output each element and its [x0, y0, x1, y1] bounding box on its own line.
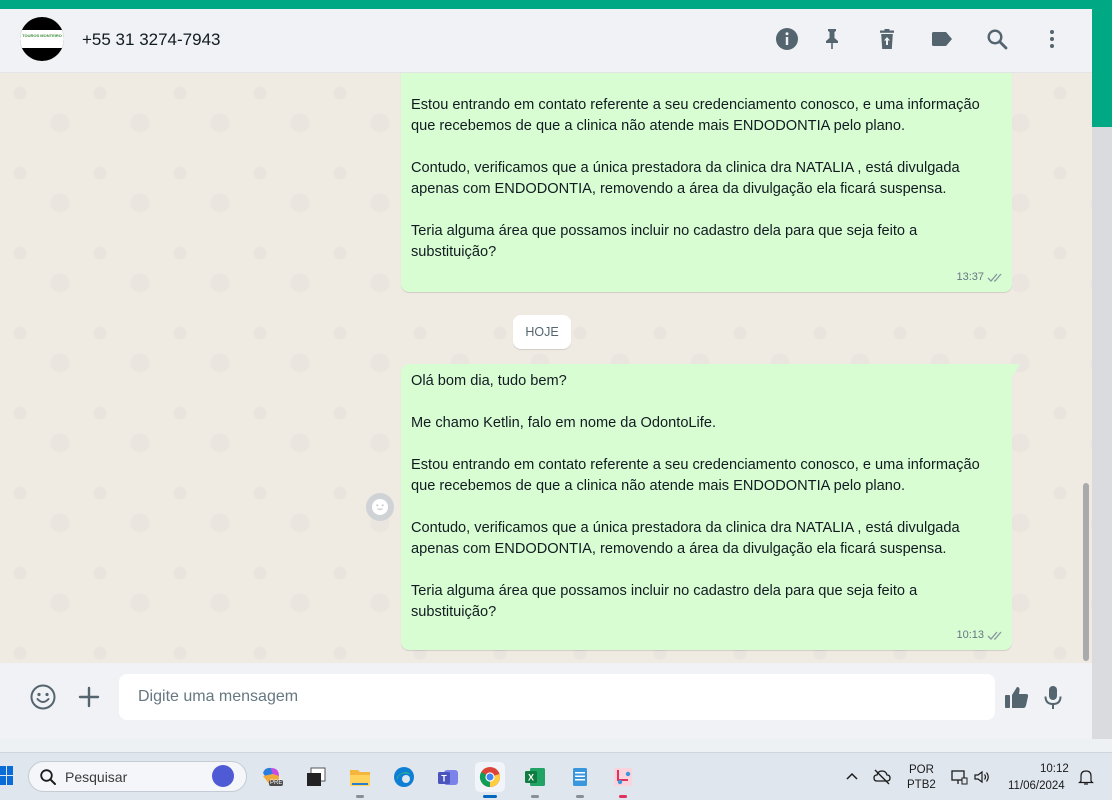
- window-top-accent: [0, 0, 1112, 9]
- window-right-gutter: [1092, 127, 1112, 739]
- composer-bar: [0, 663, 1092, 739]
- message-meta: 10:13: [956, 625, 1004, 646]
- react-button[interactable]: [366, 493, 394, 521]
- contact-avatar[interactable]: TOUROS MONTEIRO: [20, 17, 64, 61]
- taskbar-copilot-app[interactable]: PRE: [256, 762, 286, 792]
- active-indicator: [483, 795, 497, 798]
- message-text: Teria alguma área que possamos incluir n…: [411, 223, 918, 260]
- input-language-top[interactable]: POR: [909, 764, 934, 776]
- taskbar-snipping-tool[interactable]: [608, 762, 638, 798]
- input-language-bottom[interactable]: PTB2: [907, 779, 936, 791]
- taskbar-edge[interactable]: [389, 762, 419, 792]
- microphone-icon[interactable]: [1039, 683, 1067, 711]
- window-right-accent: [1092, 9, 1112, 127]
- clock-date[interactable]: 11/06/2024: [1008, 780, 1065, 792]
- svg-text:T: T: [441, 774, 447, 784]
- search-label: Pesquisar: [65, 769, 128, 785]
- menu-icon[interactable]: [1040, 27, 1064, 51]
- double-check-icon: [987, 631, 1002, 640]
- taskbar-search[interactable]: Pesquisar: [28, 761, 247, 792]
- message-text: Contudo, verificamos que a única prestad…: [411, 520, 960, 557]
- pin-icon[interactable]: [820, 27, 844, 51]
- emoji-icon: [372, 499, 388, 515]
- taskbar-file-explorer[interactable]: [345, 762, 375, 798]
- snipping-tool-icon: [614, 768, 632, 786]
- chat-header: TOUROS MONTEIRO +55 31 3274-7943: [0, 9, 1092, 73]
- windows-start-icon[interactable]: [0, 765, 14, 787]
- message-time: 13:37: [956, 271, 984, 283]
- folder-icon: [350, 770, 370, 786]
- windows-taskbar: Pesquisar PRE T X POR PTB2 10:12 11/06/2…: [0, 752, 1112, 800]
- taskbar-notepad[interactable]: [565, 762, 595, 798]
- double-check-icon: [987, 273, 1002, 282]
- contact-name[interactable]: +55 31 3274-7943: [82, 30, 221, 50]
- outgoing-message[interactable]: Olá bom dia, tudo bem? Me chamo Ketlin, …: [401, 364, 1020, 650]
- message-list[interactable]: Estou entrando em contato referente a se…: [0, 73, 1092, 663]
- copilot-badge: PRE: [269, 780, 284, 786]
- excel-icon: X: [525, 768, 545, 786]
- emoji-picker-icon[interactable]: [29, 683, 57, 711]
- search-highlight-icon: [212, 765, 234, 787]
- taskbar-excel[interactable]: X: [520, 762, 550, 798]
- date-divider: HOJE: [513, 315, 571, 349]
- search-icon: [40, 769, 56, 785]
- delete-icon[interactable]: [875, 27, 899, 51]
- running-indicator: [576, 795, 584, 798]
- edge-icon: [394, 767, 414, 787]
- attach-plus-icon[interactable]: [75, 683, 103, 711]
- search-icon[interactable]: [985, 27, 1009, 51]
- whatsapp-chat-window: TOUROS MONTEIRO +55 31 3274-7943 Estou e…: [0, 9, 1092, 739]
- info-icon[interactable]: [775, 27, 799, 51]
- message-text: Estou entrando em contato referente a se…: [411, 457, 980, 494]
- notification-bell-icon[interactable]: [1077, 768, 1095, 786]
- running-indicator: [619, 795, 627, 798]
- running-indicator: [356, 795, 364, 798]
- network-icon[interactable]: [950, 768, 968, 786]
- message-time: 10:13: [956, 629, 984, 641]
- message-text: Estou entrando em contato referente a se…: [411, 97, 980, 134]
- show-hidden-icons-chevron-icon[interactable]: [843, 768, 861, 786]
- running-indicator: [531, 795, 539, 798]
- message-text: Me chamo Ketlin, falo em nome da OdontoL…: [411, 415, 717, 431]
- cloud-offline-icon[interactable]: [873, 768, 891, 786]
- notepad-icon: [573, 768, 587, 786]
- clock-time[interactable]: 10:12: [1040, 763, 1069, 775]
- taskbar-chrome[interactable]: [475, 762, 505, 798]
- taskbar-task-view[interactable]: [301, 762, 331, 792]
- message-text: Olá bom dia, tudo bem?: [411, 373, 567, 389]
- svg-text:X: X: [528, 773, 534, 783]
- teams-icon: T: [438, 770, 458, 785]
- message-text: Teria alguma área que possamos incluir n…: [411, 583, 918, 620]
- label-icon[interactable]: [930, 27, 954, 51]
- task-view-icon: [307, 767, 326, 786]
- avatar-logo-text: TOUROS MONTEIRO: [22, 33, 62, 38]
- taskbar-teams[interactable]: T: [433, 762, 463, 792]
- thumbs-up-icon[interactable]: [1003, 683, 1031, 711]
- volume-icon[interactable]: [973, 768, 991, 786]
- outgoing-message[interactable]: Estou entrando em contato referente a se…: [401, 73, 1012, 292]
- chrome-icon: [479, 767, 500, 788]
- message-input[interactable]: [119, 674, 995, 720]
- chat-scrollbar[interactable]: [1083, 483, 1089, 661]
- message-text: Contudo, verificamos que a única prestad…: [411, 160, 960, 197]
- message-meta: 13:37: [956, 267, 1004, 288]
